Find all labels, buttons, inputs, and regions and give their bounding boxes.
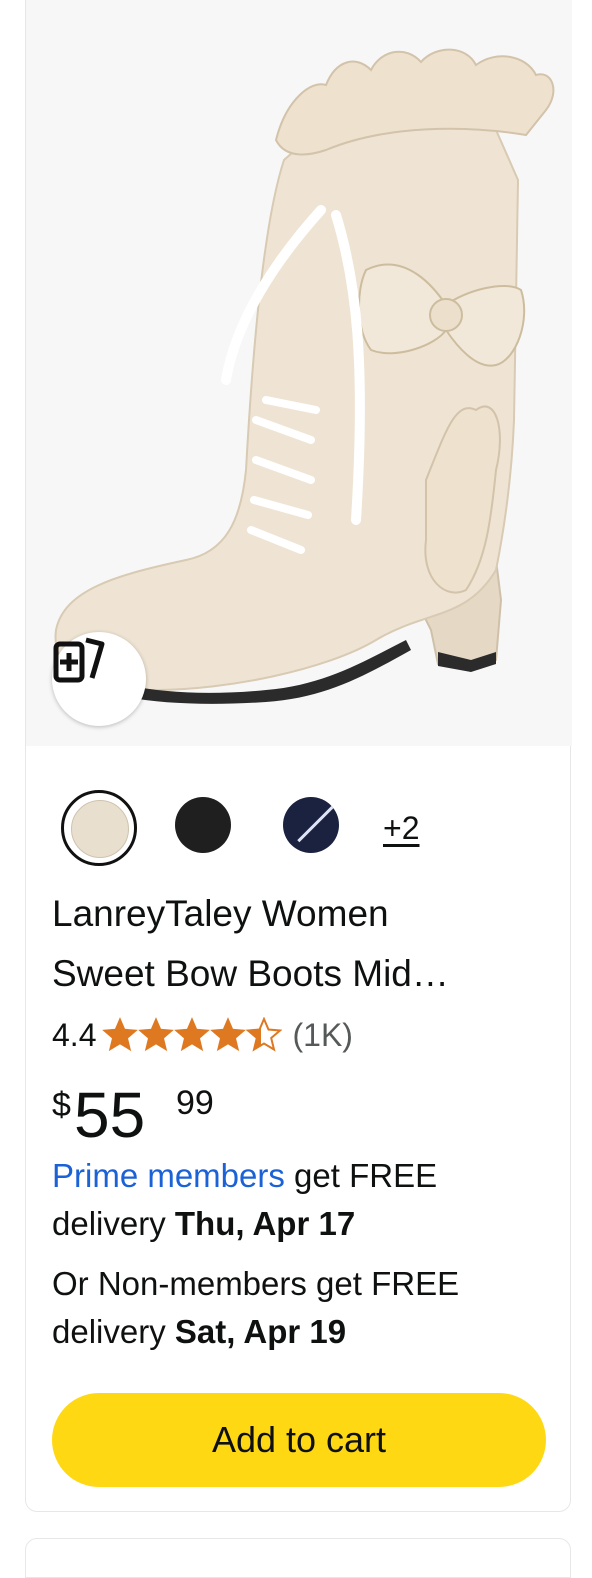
swatch-beige[interactable] [61, 790, 137, 866]
nonmember-delivery: Or Non-members get FREE delivery Sat, Ap… [52, 1260, 552, 1356]
rating-count[interactable]: (1K) [292, 1017, 352, 1054]
next-product-card[interactable] [25, 1538, 571, 1578]
swatch-black-color [175, 797, 231, 853]
prime-delivery: Prime members get FREE delivery Thu, Apr… [52, 1152, 552, 1248]
swatch-navy-color [283, 797, 339, 853]
prime-delivery-date: Thu, Apr 17 [174, 1205, 356, 1242]
rating-row[interactable]: 4.4 (1K) [52, 1013, 353, 1057]
star-rating [102, 1017, 282, 1053]
nonmember-delivery-date: Sat, Apr 19 [174, 1313, 347, 1350]
swatch-beige-color [71, 800, 129, 858]
rating-value: 4.4 [52, 1016, 97, 1053]
product-image[interactable] [26, 0, 572, 746]
product-title-line-1: LanreyTaley Women [52, 893, 389, 934]
price-fraction: 99 [176, 1084, 214, 1122]
add-to-compare-icon [53, 637, 105, 683]
swatch-navy[interactable] [276, 790, 352, 866]
swatch-black[interactable] [168, 790, 244, 866]
compare-button[interactable] [52, 632, 146, 726]
add-to-cart-button[interactable]: Add to cart [52, 1393, 546, 1487]
product-title[interactable]: LanreyTaley Women Sweet Bow Boots Mid… [52, 884, 522, 1004]
price-symbol: $ [52, 1086, 71, 1124]
price-whole: 55 [74, 1079, 146, 1151]
more-swatches-link[interactable]: +2 [383, 810, 419, 847]
product-card[interactable]: +2 LanreyTaley Women Sweet Bow Boots Mid… [25, 0, 572, 1512]
product-title-line-2: Sweet Bow Boots Mid… [52, 953, 449, 994]
prime-members-link[interactable]: Prime members [52, 1157, 285, 1194]
stars-icon [103, 1018, 282, 1051]
